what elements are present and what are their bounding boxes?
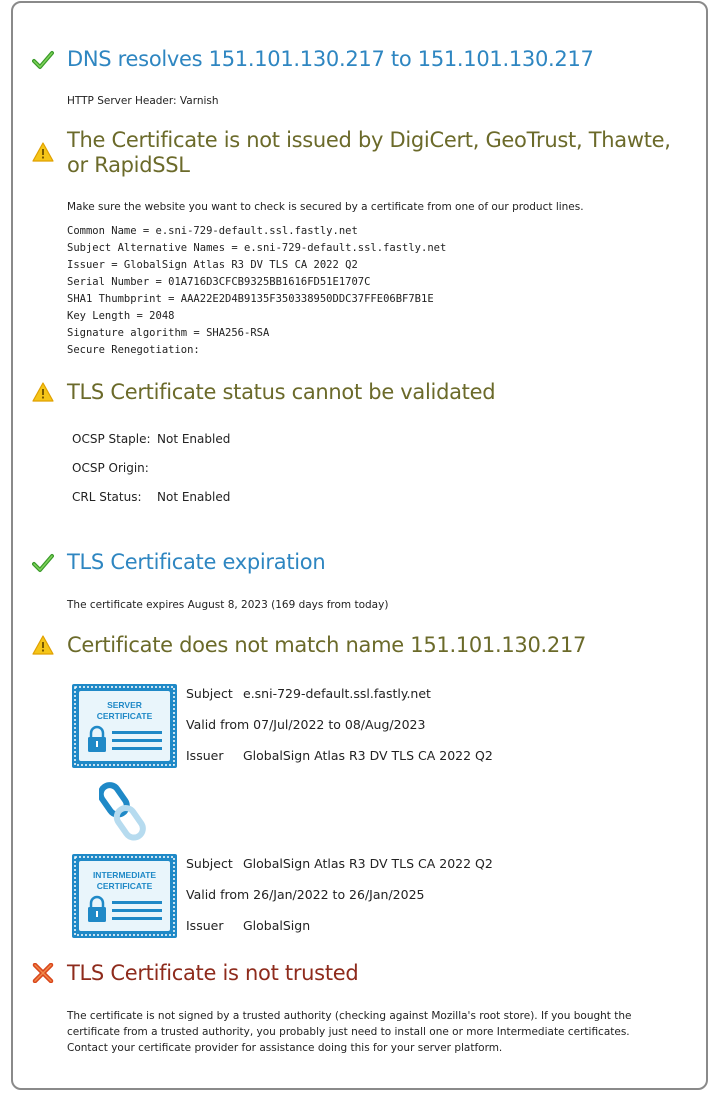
check-icon bbox=[32, 51, 54, 69]
detail-line: Key Length = 2048 bbox=[67, 310, 175, 322]
server-issuer-value: GlobalSign Atlas R3 DV TLS CA 2022 Q2 bbox=[243, 748, 493, 763]
intermediate-subject-value: GlobalSign Atlas R3 DV TLS CA 2022 Q2 bbox=[243, 856, 493, 871]
expiration-heading: TLS Certificate expiration bbox=[67, 550, 326, 574]
intermediate-issuer-label: Issuer bbox=[186, 918, 224, 933]
detail-line: Issuer = GlobalSign Atlas R3 DV TLS CA 2… bbox=[67, 259, 358, 271]
intermediate-certificate-icon: INTERMEDIATE CERTIFICATE bbox=[72, 854, 177, 938]
server-subject-value: e.sni-729-default.ssl.fastly.net bbox=[243, 686, 431, 701]
server-header-text: HTTP Server Header: Varnish bbox=[67, 95, 219, 107]
crl-status-value: Not Enabled bbox=[157, 490, 231, 504]
server-valid-row: Valid from 07/Jul/2022 to 08/Aug/2023 bbox=[186, 717, 426, 732]
ocsp-staple-value: Not Enabled bbox=[157, 432, 231, 446]
issuer-heading-line1: The Certificate is not issued by DigiCer… bbox=[67, 128, 671, 152]
check-icon bbox=[32, 554, 54, 572]
trust-heading: TLS Certificate is not trusted bbox=[67, 961, 359, 985]
detail-line: Secure Renegotiation: bbox=[67, 344, 200, 356]
detail-line: Signature algorithm = SHA256-RSA bbox=[67, 327, 270, 339]
server-issuer-label: Issuer bbox=[186, 748, 224, 763]
intermediate-subject-label: Subject bbox=[186, 856, 233, 871]
detail-line: SHA1 Thumbprint = AAA22E2D4B9135F3503389… bbox=[67, 293, 434, 305]
detail-line: Serial Number = 01A716D3CFCB9325BB1616FD… bbox=[67, 276, 371, 288]
server-badge-line1: SERVER bbox=[107, 700, 142, 710]
intermediate-issuer-row: Issuer GlobalSign bbox=[186, 918, 310, 933]
intermediate-subject-row: Subject GlobalSign Atlas R3 DV TLS CA 202… bbox=[186, 856, 493, 871]
detail-line: Common Name = e.sni-729-default.ssl.fast… bbox=[67, 225, 358, 237]
name-match-heading: Certificate does not match name 151.101.… bbox=[67, 633, 587, 657]
status-heading: TLS Certificate status cannot be validat… bbox=[67, 380, 496, 404]
intermediate-issuer-value: GlobalSign bbox=[243, 918, 311, 933]
dns-heading: DNS resolves 151.101.130.217 to 151.101.… bbox=[67, 47, 594, 71]
ocsp-origin-label: OCSP Origin: bbox=[72, 461, 149, 475]
issuer-note: Make sure the website you want to check … bbox=[67, 201, 584, 213]
intermediate-badge-line2: CERTIFICATE bbox=[97, 881, 153, 891]
intermediate-badge-line1: INTERMEDIATE bbox=[93, 870, 156, 880]
server-subject-row: Subject e.sni-729-default.ssl.fastly.net bbox=[186, 686, 431, 701]
warning-icon bbox=[32, 382, 54, 402]
detail-line: Subject Alternative Names = e.sni-729-de… bbox=[67, 242, 447, 254]
expiration-text: The certificate expires August 8, 2023 (… bbox=[67, 599, 389, 611]
issuer-heading-line2: or RapidSSL bbox=[67, 153, 190, 177]
ocsp-staple-label: OCSP Staple: bbox=[72, 432, 151, 446]
intermediate-valid-row: Valid from 26/Jan/2022 to 26/Jan/2025 bbox=[186, 887, 425, 902]
server-subject-label: Subject bbox=[186, 686, 233, 701]
error-x-icon bbox=[32, 963, 54, 983]
warning-icon bbox=[32, 635, 54, 655]
server-certificate-icon: SERVER CERTIFICATE bbox=[72, 684, 177, 768]
crl-status-label: CRL Status: bbox=[72, 490, 142, 504]
trust-text: The certificate is not signed by a trust… bbox=[67, 1010, 632, 1054]
server-issuer-row: Issuer GlobalSign Atlas R3 DV TLS CA 2022… bbox=[186, 748, 493, 763]
chain-link-icon bbox=[99, 782, 146, 841]
warning-icon bbox=[32, 142, 54, 162]
server-badge-line2: CERTIFICATE bbox=[97, 711, 153, 721]
